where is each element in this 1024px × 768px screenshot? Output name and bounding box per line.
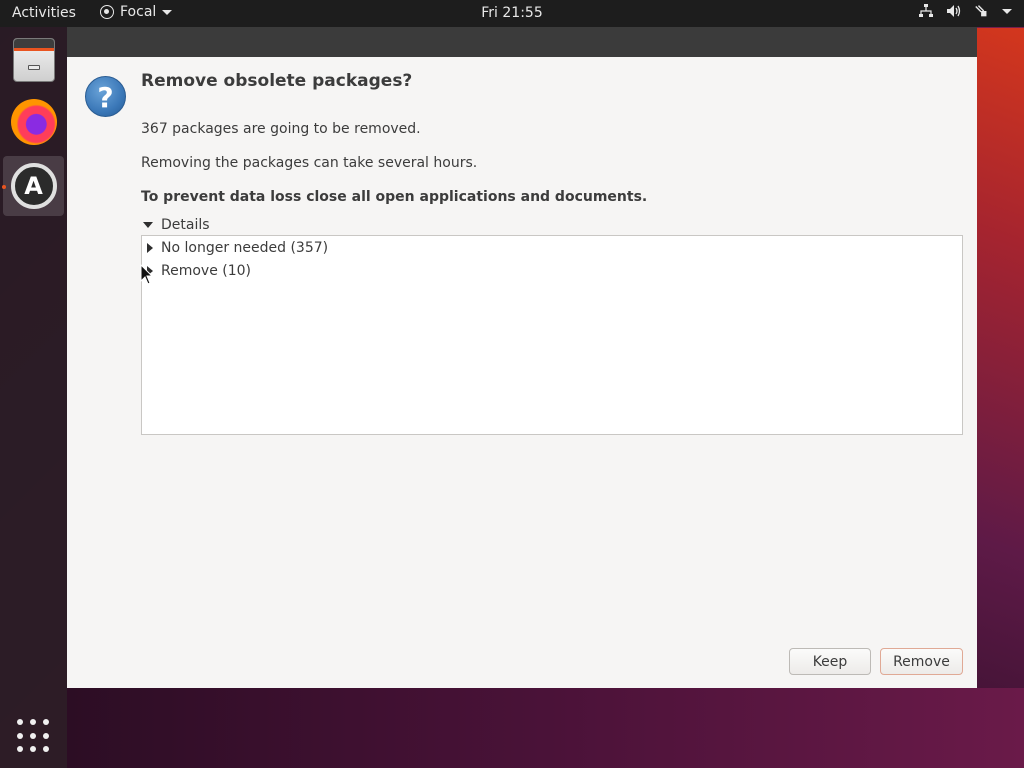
packages-count-text: 367 packages are going to be removed. — [141, 121, 421, 137]
show-applications-icon[interactable] — [17, 719, 51, 753]
expanded-arrow-icon — [143, 222, 153, 228]
tree-row-label: Remove (10) — [161, 263, 252, 279]
power-icon — [975, 5, 987, 17]
question-icon: ? — [85, 76, 126, 117]
wallpaper-bottom — [67, 688, 1024, 768]
remove-packages-dialog: ? Remove obsolete packages? 367 packages… — [67, 57, 977, 688]
volume-icon — [947, 5, 961, 17]
collapsed-arrow-icon[interactable] — [147, 243, 153, 253]
tree-row-no-longer-needed[interactable]: No longer needed (357) — [147, 237, 328, 259]
dialog-title: Remove obsolete packages? — [141, 71, 413, 91]
mouse-cursor-icon — [140, 264, 154, 285]
chevron-down-icon — [1002, 8, 1012, 14]
system-tray[interactable] — [918, 4, 1012, 18]
top-bar: Activities Focal Fri 21:55 — [0, 0, 1024, 27]
window-titlebar[interactable] — [67, 27, 977, 57]
keep-button[interactable]: Keep — [789, 648, 871, 675]
details-label: Details — [161, 217, 210, 233]
tree-row-label: No longer needed (357) — [161, 240, 329, 256]
network-icon — [919, 4, 933, 17]
firefox-icon — [10, 99, 57, 145]
data-loss-warning-text: To prevent data loss close all open appl… — [141, 189, 648, 205]
remove-button[interactable]: Remove — [880, 648, 963, 675]
running-indicator — [2, 185, 6, 189]
dock-item-files[interactable] — [3, 30, 64, 90]
duration-warning-text: Removing the packages can take several h… — [141, 155, 478, 171]
details-expander[interactable]: Details — [143, 217, 210, 233]
details-tree[interactable]: No longer needed (357) Remove (10) — [141, 235, 963, 435]
dock-item-firefox[interactable] — [3, 92, 64, 152]
dock: A — [0, 27, 67, 768]
clock[interactable]: Fri 21:55 — [0, 5, 1024, 21]
dock-item-software-updater[interactable]: A — [3, 156, 64, 216]
software-updater-icon: A — [10, 163, 57, 209]
tree-row-remove[interactable]: Remove (10) — [147, 260, 251, 282]
files-icon — [12, 38, 55, 82]
